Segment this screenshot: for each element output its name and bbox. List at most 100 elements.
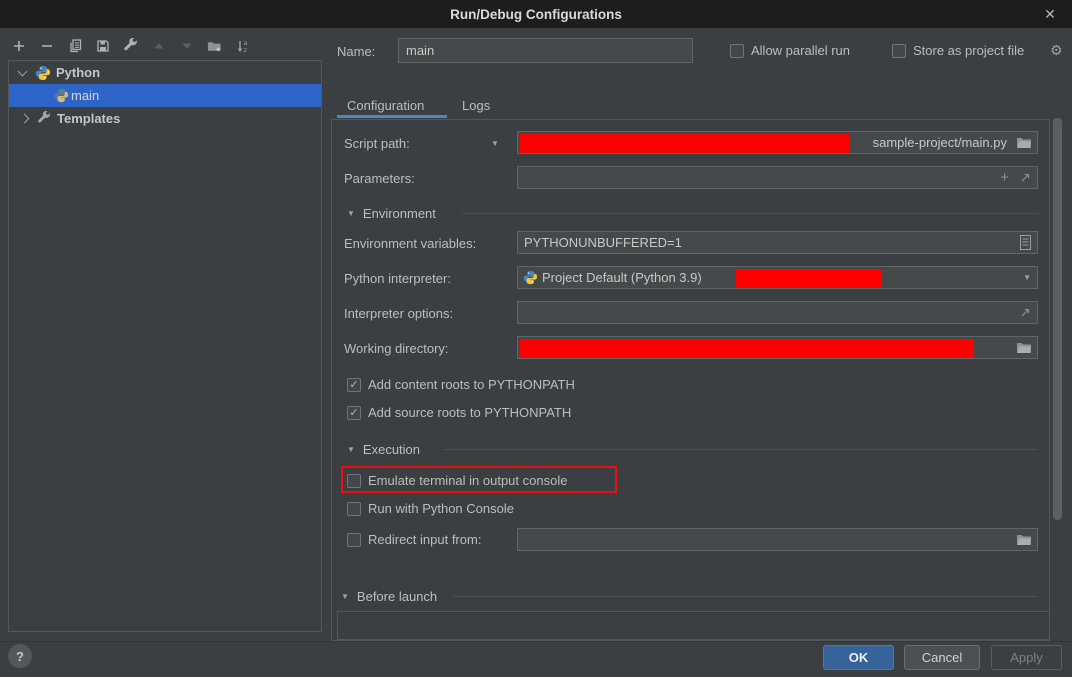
parameters-field[interactable]: + xyxy=(517,166,1038,189)
combobox-arrow-icon[interactable]: ▼ xyxy=(1023,273,1031,282)
configurations-tree: Python main Templates xyxy=(8,60,322,632)
help-button[interactable]: ? xyxy=(8,644,32,668)
python-interpreter-label: Python interpreter: xyxy=(344,271,451,286)
store-as-project-file-label: Store as project file xyxy=(913,43,1024,58)
apply-button[interactable]: Apply xyxy=(991,645,1062,670)
environment-section-header[interactable]: ▼ Environment xyxy=(347,206,436,221)
environment-section-label: Environment xyxy=(363,206,436,221)
section-divider xyxy=(444,449,1038,450)
python-interpreter-value: Project Default (Python 3.9) xyxy=(538,270,708,285)
checkbox-checked-icon[interactable]: ✓ xyxy=(347,378,361,392)
redirect-input-checkbox[interactable]: Redirect input from: xyxy=(347,532,481,547)
browse-folder-icon[interactable] xyxy=(1016,533,1032,546)
section-collapse-icon[interactable]: ▼ xyxy=(347,209,355,218)
copy-configuration-icon[interactable] xyxy=(66,38,83,55)
vertical-scrollbar-thumb[interactable] xyxy=(1053,118,1062,520)
environment-variables-value: PYTHONUNBUFFERED=1 xyxy=(518,235,688,250)
tab-label: Logs xyxy=(462,98,490,113)
before-launch-task-list[interactable] xyxy=(337,611,1050,640)
python-config-icon xyxy=(54,88,69,103)
add-configuration-icon[interactable] xyxy=(10,38,27,55)
python-interpreter-combobox[interactable]: Project Default (Python 3.9) ▼ xyxy=(517,266,1038,289)
emulate-terminal-label: Emulate terminal in output console xyxy=(368,473,567,488)
gear-icon[interactable]: ⚙ xyxy=(1050,42,1063,59)
script-path-value: sample-project/main.py xyxy=(867,135,1013,150)
browse-folder-icon[interactable] xyxy=(1016,341,1032,354)
add-source-roots-label: Add source roots to PYTHONPATH xyxy=(368,405,571,420)
dialog-title: Run/Debug Configurations xyxy=(450,7,622,22)
tab-label: Configuration xyxy=(347,98,424,113)
close-icon[interactable]: ✕ xyxy=(1036,0,1064,28)
checkbox-icon[interactable] xyxy=(347,502,361,516)
script-path-label: Script path: xyxy=(344,136,410,151)
section-collapse-icon[interactable]: ▼ xyxy=(347,445,355,454)
name-input[interactable] xyxy=(398,38,693,63)
move-down-icon[interactable] xyxy=(178,38,195,55)
run-with-python-console-checkbox[interactable]: Run with Python Console xyxy=(347,501,514,516)
section-divider xyxy=(462,213,1038,214)
section-divider xyxy=(452,596,1038,597)
redacted-region xyxy=(520,339,974,358)
redirect-input-label: Redirect input from: xyxy=(368,532,481,547)
interpreter-options-field[interactable] xyxy=(517,301,1038,324)
store-as-project-file-checkbox[interactable]: Store as project file xyxy=(892,43,1024,58)
active-tab-underline xyxy=(337,115,447,118)
environment-variables-label: Environment variables: xyxy=(344,236,476,251)
tree-item-templates[interactable]: Templates xyxy=(9,107,321,130)
script-path-dropdown-icon[interactable]: ▼ xyxy=(491,139,499,148)
tree-item-label: Python xyxy=(56,65,100,80)
svg-text:z: z xyxy=(243,46,247,54)
checkbox-icon[interactable] xyxy=(347,533,361,547)
cancel-button[interactable]: Cancel xyxy=(904,645,980,670)
add-content-roots-checkbox[interactable]: ✓ Add content roots to PYTHONPATH xyxy=(347,377,575,392)
execution-section-label: Execution xyxy=(363,442,420,457)
tree-item-main[interactable]: main xyxy=(9,84,321,107)
add-source-roots-checkbox[interactable]: ✓ Add source roots to PYTHONPATH xyxy=(347,405,571,420)
checkbox-icon[interactable] xyxy=(892,44,906,58)
redirect-input-field[interactable] xyxy=(517,528,1038,551)
chevron-right-icon[interactable] xyxy=(20,114,30,124)
redacted-region xyxy=(736,269,881,288)
configurations-toolbar: az xyxy=(10,34,251,58)
checkbox-icon[interactable] xyxy=(347,474,361,488)
tab-logs[interactable]: Logs xyxy=(462,92,490,118)
footer-divider xyxy=(0,641,1072,642)
checkbox-checked-icon[interactable]: ✓ xyxy=(347,406,361,420)
insert-macro-plus-icon[interactable]: + xyxy=(1000,169,1009,186)
browse-folder-icon[interactable] xyxy=(1016,136,1032,149)
browse-variables-icon[interactable] xyxy=(1020,235,1031,250)
add-content-roots-label: Add content roots to PYTHONPATH xyxy=(368,377,575,392)
move-up-icon[interactable] xyxy=(150,38,167,55)
templates-wrench-icon xyxy=(37,111,52,126)
parameters-label: Parameters: xyxy=(344,171,415,186)
redacted-region xyxy=(520,134,849,153)
allow-parallel-run-checkbox[interactable]: Allow parallel run xyxy=(730,43,850,58)
tree-item-python[interactable]: Python xyxy=(9,61,321,84)
new-folder-icon[interactable] xyxy=(206,38,223,55)
save-configuration-icon[interactable] xyxy=(94,38,111,55)
expand-field-icon[interactable] xyxy=(1019,307,1031,319)
before-launch-section-label: Before launch xyxy=(357,589,437,604)
remove-configuration-icon[interactable] xyxy=(38,38,55,55)
edit-templates-icon[interactable] xyxy=(122,38,139,55)
expand-field-icon[interactable] xyxy=(1019,172,1031,184)
environment-variables-field[interactable]: PYTHONUNBUFFERED=1 xyxy=(517,231,1038,254)
script-path-field[interactable]: sample-project/main.py xyxy=(517,131,1038,154)
sort-alphabetically-icon[interactable]: az xyxy=(234,38,251,55)
section-collapse-icon[interactable]: ▼ xyxy=(341,592,349,601)
chevron-down-icon[interactable] xyxy=(18,66,28,76)
ok-button[interactable]: OK xyxy=(823,645,894,670)
name-label: Name: xyxy=(337,44,375,59)
dialog-titlebar: Run/Debug Configurations ✕ xyxy=(0,0,1072,28)
execution-section-header[interactable]: ▼ Execution xyxy=(347,442,420,457)
python-logo-icon xyxy=(523,270,538,285)
python-logo-icon xyxy=(35,65,51,81)
tree-item-label: main xyxy=(71,88,99,103)
interpreter-options-label: Interpreter options: xyxy=(344,306,453,321)
checkbox-icon[interactable] xyxy=(730,44,744,58)
run-with-python-console-label: Run with Python Console xyxy=(368,501,514,516)
emulate-terminal-checkbox[interactable]: Emulate terminal in output console xyxy=(347,473,567,488)
allow-parallel-run-label: Allow parallel run xyxy=(751,43,850,58)
working-directory-field[interactable] xyxy=(517,336,1038,359)
before-launch-section-header[interactable]: ▼ Before launch xyxy=(341,589,437,604)
